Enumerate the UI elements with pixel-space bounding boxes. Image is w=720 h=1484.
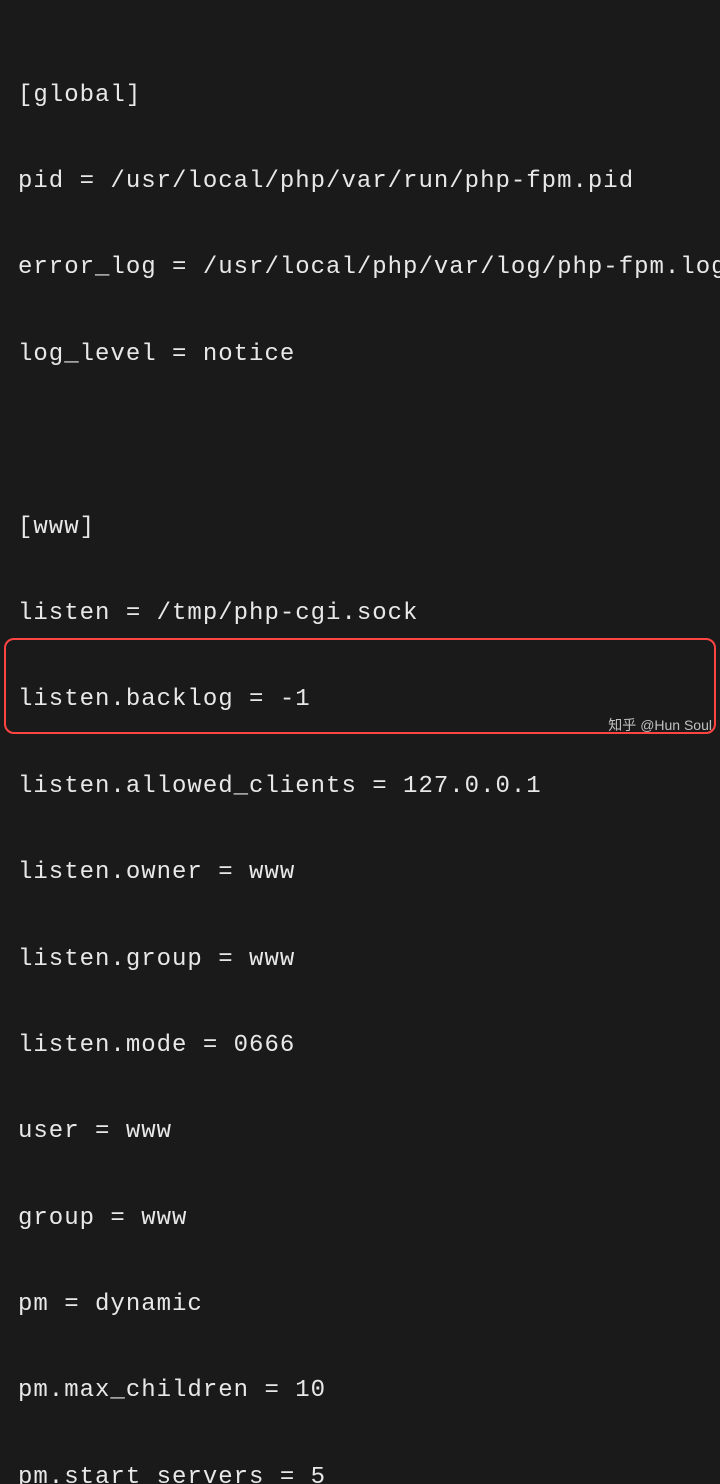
section-header-www: [www] bbox=[18, 514, 702, 543]
config-line: pm.max_children = 10 bbox=[18, 1377, 702, 1406]
config-line: pm.start_servers = 5 bbox=[18, 1464, 702, 1484]
blank-line bbox=[18, 427, 702, 456]
config-file-content: [global] pid = /usr/local/php/var/run/ph… bbox=[18, 24, 702, 1484]
watermark-brand: 知乎 bbox=[608, 717, 636, 733]
config-line: listen = /tmp/php-cgi.sock bbox=[18, 600, 702, 629]
config-line: listen.owner = www bbox=[18, 859, 702, 888]
config-line: error_log = /usr/local/php/var/log/php-f… bbox=[18, 254, 702, 283]
watermark-author: @Hun Soul bbox=[640, 717, 712, 733]
config-line: user = www bbox=[18, 1118, 702, 1147]
watermark: 知乎 @Hun Soul bbox=[608, 717, 712, 734]
section-header-global: [global] bbox=[18, 82, 702, 111]
config-line: log_level = notice bbox=[18, 341, 702, 370]
config-line: pm = dynamic bbox=[18, 1291, 702, 1320]
config-line: pid = /usr/local/php/var/run/php-fpm.pid bbox=[18, 168, 702, 197]
config-line: listen.mode = 0666 bbox=[18, 1032, 702, 1061]
config-line: listen.backlog = -1 bbox=[18, 686, 702, 715]
config-line: listen.allowed_clients = 127.0.0.1 bbox=[18, 773, 702, 802]
config-line: listen.group = www bbox=[18, 946, 702, 975]
config-line: group = www bbox=[18, 1205, 702, 1234]
